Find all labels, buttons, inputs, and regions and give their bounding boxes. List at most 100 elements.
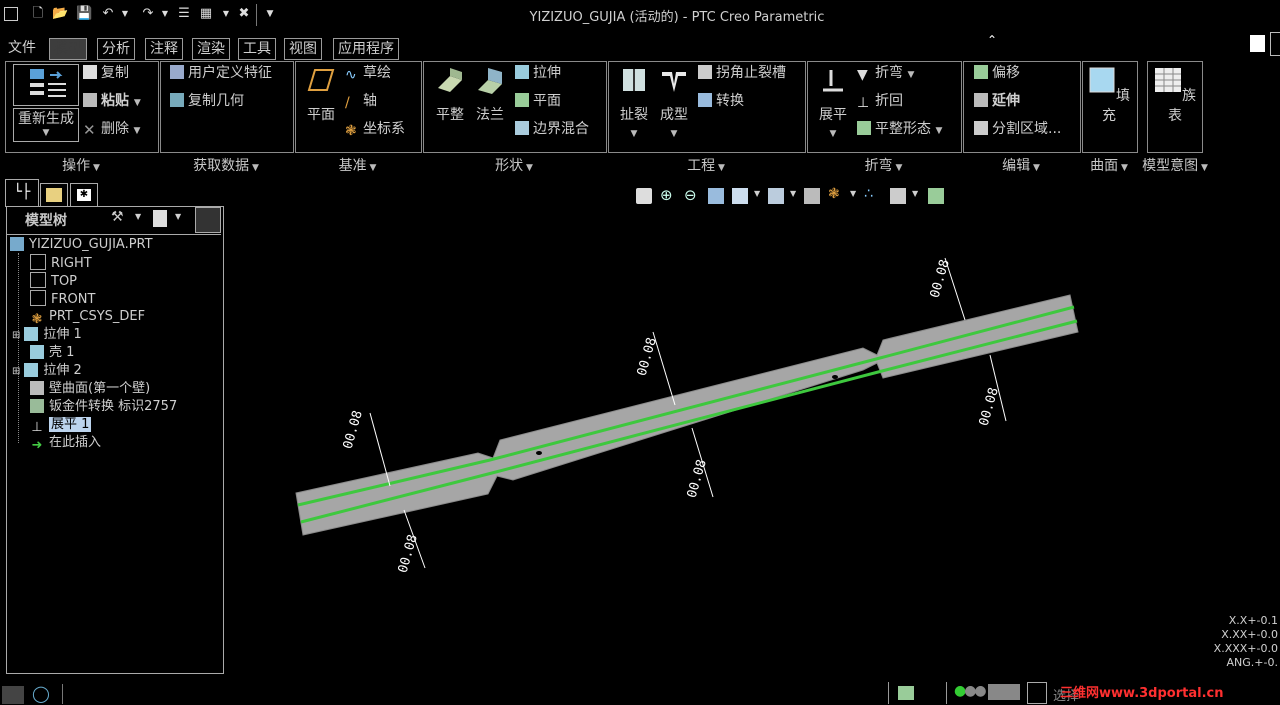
- message-log-icon[interactable]: [898, 686, 914, 700]
- plane-button[interactable]: 平面: [303, 66, 339, 124]
- flat-pattern-button[interactable]: 平整形态 ▼: [857, 119, 942, 139]
- tree-item-extrude1[interactable]: ⊞ 拉伸 1: [12, 326, 82, 344]
- refit-icon[interactable]: [636, 188, 652, 204]
- paste-dropdown-icon[interactable]: ▼: [134, 98, 141, 108]
- ribbon-scroll[interactable]: [1270, 32, 1280, 56]
- rip-button[interactable]: 扯裂 ▼: [616, 66, 652, 140]
- regenerate-icon-box[interactable]: [13, 64, 79, 106]
- extend-button[interactable]: 延伸: [974, 91, 1020, 111]
- datum-group-label[interactable]: 基准 ▼: [295, 155, 420, 175]
- show-icon[interactable]: [153, 210, 167, 227]
- file-menu[interactable]: 文件: [4, 38, 40, 58]
- expand-icon[interactable]: ⊞: [12, 366, 20, 377]
- folder-browser-tab[interactable]: [40, 183, 68, 207]
- csys-button[interactable]: ❃ 坐标系: [345, 119, 405, 139]
- boundary-blend-button[interactable]: 边界混合: [515, 119, 589, 139]
- extrude-button[interactable]: 拉伸: [515, 63, 561, 83]
- zoom-in-icon[interactable]: ⊕: [660, 186, 673, 204]
- surfaces-group-label[interactable]: 曲面 ▼: [1082, 155, 1136, 175]
- tree-item-shell1[interactable]: 壳 1: [30, 344, 74, 362]
- selection-filter-icon[interactable]: [1027, 682, 1047, 704]
- tree-item-wall[interactable]: 壁曲面(第一个壁): [30, 380, 150, 398]
- corner-relief-button[interactable]: 拐角止裂槽: [698, 63, 786, 83]
- browser-icon[interactable]: ◯: [32, 684, 50, 703]
- annotation-display-icon[interactable]: ∴: [864, 186, 873, 202]
- operations-group-label[interactable]: 操作 ▼: [5, 155, 157, 175]
- udf-button[interactable]: 用户定义特征: [170, 63, 272, 83]
- view-manager-icon[interactable]: [804, 188, 820, 204]
- datum-display-dropdown-icon[interactable]: ▼: [850, 189, 856, 198]
- axis-button[interactable]: / 轴: [345, 91, 377, 111]
- unbend-button[interactable]: 展平 ▼: [814, 66, 852, 140]
- tab-view[interactable]: 视图: [284, 38, 322, 60]
- spin-center-icon[interactable]: [890, 188, 906, 204]
- family-table-button[interactable]: 族表: [1154, 66, 1196, 125]
- sheet-metal-part[interactable]: [295, 294, 1079, 536]
- delete-dropdown-icon[interactable]: ▼: [133, 126, 140, 136]
- intent-group-label[interactable]: 模型意图 ▼: [1140, 155, 1210, 175]
- repaint-icon[interactable]: [708, 188, 724, 204]
- show-dropdown-icon[interactable]: ▼: [175, 212, 181, 221]
- minimize-ribbon-icon[interactable]: ⌃: [987, 33, 997, 47]
- dimension-label[interactable]: 00.08: [685, 458, 710, 500]
- settings-icon[interactable]: ⚒: [111, 209, 129, 229]
- dimension-label[interactable]: 00.08: [635, 336, 660, 378]
- tree-item-front[interactable]: FRONT: [30, 290, 95, 308]
- tree-item-extrude2[interactable]: ⊞ 拉伸 2: [12, 362, 82, 380]
- datum-display-icon[interactable]: ❃: [828, 186, 840, 202]
- planar-button[interactable]: 平面: [515, 91, 561, 111]
- offset-button[interactable]: 偏移: [974, 63, 1020, 83]
- copy-geometry-button[interactable]: 复制几何: [170, 91, 244, 111]
- bend-button[interactable]: ▼ 折弯 ▼: [857, 63, 914, 83]
- help-icon[interactable]: [1250, 35, 1265, 52]
- tree-root[interactable]: YIZIZUO_GUJIA.PRT: [10, 236, 153, 254]
- collapse-icon[interactable]: [195, 207, 221, 233]
- editing-group-label[interactable]: 编辑 ▼: [963, 155, 1079, 175]
- split-area-button[interactable]: 分割区域...: [974, 119, 1061, 139]
- form-button[interactable]: 成型 ▼: [656, 66, 692, 140]
- dimension-label[interactable]: 00.08: [341, 409, 366, 451]
- settings-dropdown-icon[interactable]: ▼: [135, 212, 141, 221]
- regenerate-button[interactable]: 重新生成 ▼: [13, 108, 79, 142]
- tab-analysis[interactable]: 分析: [97, 38, 135, 60]
- flat-wall-button[interactable]: 平整: [432, 66, 468, 124]
- tree-item-csys[interactable]: ❃ PRT_CSYS_DEF: [30, 308, 146, 327]
- saved-views-dropdown-icon[interactable]: ▼: [790, 189, 796, 198]
- zoom-out-icon[interactable]: ⊖: [684, 186, 697, 204]
- delete-button[interactable]: ✕ 删除 ▼: [83, 119, 140, 139]
- getdata-group-label[interactable]: 获取数据 ▼: [160, 155, 292, 175]
- tree-item-convert[interactable]: 钣金件转换 标识2757: [30, 398, 177, 416]
- flat-pattern-dropdown-icon[interactable]: ▼: [935, 126, 942, 136]
- flange-button[interactable]: 法兰: [472, 66, 508, 124]
- fill-button[interactable]: 填充: [1088, 66, 1130, 125]
- tab-annotate[interactable]: 注释: [145, 38, 183, 60]
- dimension-label[interactable]: 00.08: [977, 386, 1002, 428]
- tab-render[interactable]: 渲染: [192, 38, 230, 60]
- tree-item-insert-here[interactable]: ➜ 在此插入: [30, 434, 101, 453]
- copy-button[interactable]: 复制: [83, 63, 129, 83]
- engineering-group-label[interactable]: 工程 ▼: [608, 155, 804, 175]
- appearance-icon[interactable]: [928, 188, 944, 204]
- toggle-navigator-icon[interactable]: [2, 686, 24, 704]
- tab-applications[interactable]: 应用程序: [333, 38, 399, 60]
- tab-model[interactable]: 模型: [49, 38, 87, 60]
- regenerate-dropdown-icon[interactable]: ▼: [43, 128, 50, 138]
- tree-item-unbend1[interactable]: ⊥ 展平 1: [30, 416, 92, 435]
- model-tree-tab[interactable]: └├: [5, 179, 39, 207]
- display-style-dropdown-icon[interactable]: ▼: [754, 189, 760, 198]
- expand-icon[interactable]: ⊞: [12, 330, 20, 341]
- tree-item-top[interactable]: TOP: [30, 272, 77, 290]
- convert-button[interactable]: 转换: [698, 91, 744, 111]
- tab-tools[interactable]: 工具: [238, 38, 276, 60]
- spin-center-dropdown-icon[interactable]: ▼: [912, 189, 918, 198]
- regen-status-icon[interactable]: ●●●: [954, 683, 987, 699]
- bend-back-button[interactable]: ⊥ 折回: [857, 91, 903, 111]
- filter-flag-icon[interactable]: [988, 684, 1020, 700]
- dimension-label[interactable]: 00.08: [396, 533, 421, 575]
- dimension-label[interactable]: 00.08: [928, 258, 953, 300]
- tree-item-right[interactable]: RIGHT: [30, 254, 92, 272]
- paste-button[interactable]: 粘贴 ▼: [83, 91, 141, 111]
- graphics-area[interactable]: 00.08 00.08 00.08 00.08 00.08 00.08: [230, 210, 1280, 680]
- favorites-tab[interactable]: ✱: [70, 183, 98, 207]
- bend-dropdown-icon[interactable]: ▼: [907, 70, 914, 80]
